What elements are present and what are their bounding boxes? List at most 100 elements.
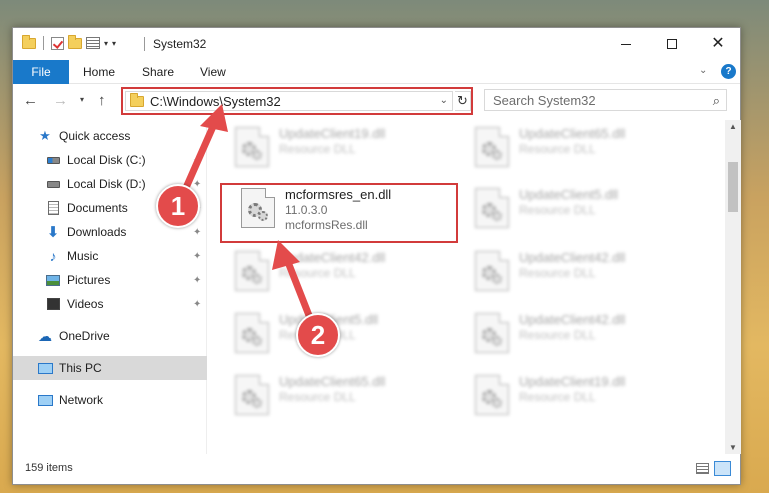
file-tile[interactable]: UpdateClient65.dll Resource DLL — [469, 122, 694, 174]
address-path[interactable]: C:\Windows\System32 — [150, 94, 281, 109]
check-icon[interactable] — [51, 36, 64, 50]
nav-label: Local Disk (C:) — [67, 153, 146, 167]
file-name: UpdateClient5.dll — [519, 187, 619, 202]
drive-icon — [45, 176, 61, 192]
tab-file[interactable]: File — [13, 60, 69, 84]
nav-label: Videos — [67, 297, 104, 311]
refresh-icon[interactable]: ↻ — [455, 91, 471, 111]
recent-locations-icon[interactable]: ▾ — [80, 95, 84, 104]
nav-label: Quick access — [59, 129, 131, 143]
nav-local-disk-c[interactable]: Local Disk (C:) ✦ — [13, 148, 207, 172]
pin-icon[interactable]: ✦ — [193, 155, 201, 166]
nav-label: Documents — [67, 201, 128, 215]
file-name: UpdateClient42.dll — [279, 250, 386, 265]
vertical-scrollbar[interactable]: ▲ ▼ — [725, 120, 741, 454]
file-tile[interactable]: UpdateClient42.dll Resource DLL — [229, 246, 454, 298]
file-type: Resource DLL — [519, 203, 596, 217]
address-dropdown-icon[interactable]: ⌄ — [440, 95, 448, 106]
file-tile[interactable]: UpdateClient19.dll Resource DLL — [469, 370, 694, 422]
file-name: UpdateClient42.dll — [519, 312, 626, 327]
pin-icon[interactable]: ✦ — [193, 251, 201, 262]
file-type: Resource DLL — [519, 328, 596, 342]
up-arrow-icon[interactable]: ↑ — [98, 92, 106, 109]
minimize-button[interactable] — [603, 28, 649, 60]
scroll-down-icon[interactable]: ▼ — [729, 443, 737, 452]
tab-share[interactable]: Share — [142, 60, 174, 84]
search-icon[interactable]: ⌕ — [713, 93, 720, 109]
file-name: UpdateClient65.dll — [519, 126, 626, 141]
dll-file-icon — [475, 127, 509, 167]
file-type: Resource DLL — [279, 266, 356, 280]
search-input[interactable] — [485, 92, 695, 108]
file-tile[interactable]: UpdateClient5.dllResource DLL — [229, 308, 454, 360]
nav-network[interactable]: Network — [13, 388, 207, 412]
file-type: Resource DLL — [279, 390, 356, 404]
pin-icon[interactable]: ✦ — [193, 299, 201, 310]
nav-label: Downloads — [67, 225, 127, 239]
address-folder-icon — [130, 92, 144, 107]
pin-icon[interactable]: ✦ — [193, 179, 201, 190]
details-view-icon[interactable] — [696, 463, 709, 474]
video-icon — [45, 296, 61, 312]
file-tile[interactable]: UpdateClient19.dll Resource DLL — [229, 122, 454, 174]
star-icon: ★ — [39, 128, 51, 143]
maximize-icon — [667, 39, 677, 49]
minimize-icon — [621, 43, 631, 45]
dll-file-icon — [235, 127, 269, 167]
address-row: ← → ▾ ↑ C:\Windows\System32 ⌄ ↻ ⌕ — [13, 84, 740, 118]
nav-this-pc[interactable]: This PC — [13, 356, 207, 380]
scrollbar-thumb[interactable] — [728, 162, 738, 212]
file-name: UpdateClient42.dll — [519, 250, 626, 265]
customize-toolbar-icon[interactable]: ▾ — [112, 39, 116, 48]
file-tile[interactable]: UpdateClient42.dll Resource DLL — [469, 308, 694, 360]
forward-arrow-icon[interactable]: → — [53, 92, 68, 109]
file-name: UpdateClient65.dll — [279, 374, 386, 389]
nav-quick-access[interactable]: ★ Quick access — [13, 124, 207, 148]
address-bar[interactable]: C:\Windows\System32 ⌄ — [125, 91, 453, 111]
pictures-icon — [45, 272, 61, 288]
close-button[interactable]: ✕ — [695, 28, 741, 60]
title-bar: ▾ ▾ System32 ✕ — [13, 28, 740, 60]
file-type: Resource DLL — [519, 390, 596, 404]
tab-view[interactable]: View — [200, 60, 226, 84]
navigation-pane: ★ Quick access Local Disk (C:) ✦ Local D… — [13, 120, 207, 454]
dll-file-icon — [475, 375, 509, 415]
pin-icon[interactable]: ✦ — [193, 275, 201, 286]
address-highlight: C:\Windows\System32 ⌄ ↻ — [121, 87, 473, 115]
network-icon — [37, 392, 53, 408]
pin-icon[interactable]: ✦ — [193, 227, 201, 238]
back-arrow-icon[interactable]: ← — [23, 92, 38, 109]
new-folder-icon[interactable] — [68, 34, 82, 49]
nav-pictures[interactable]: Pictures ✦ — [13, 268, 207, 292]
tab-home[interactable]: Home — [83, 60, 115, 84]
nav-label: Network — [59, 393, 104, 407]
file-tile[interactable]: UpdateClient65.dll Resource DLL — [229, 370, 454, 422]
dll-file-icon — [235, 251, 269, 291]
scroll-up-icon[interactable]: ▲ — [729, 122, 737, 131]
properties-icon[interactable] — [86, 37, 100, 49]
dll-file-icon — [235, 375, 269, 415]
chevron-down-icon[interactable]: ▾ — [104, 39, 108, 48]
maximize-button[interactable] — [649, 28, 695, 60]
nav-label: Pictures — [67, 273, 111, 287]
nav-music[interactable]: ♪ Music ✦ — [13, 244, 207, 268]
file-tile[interactable]: UpdateClient42.dll Resource DLL — [469, 246, 694, 298]
file-type: Resource DLL — [519, 266, 596, 280]
nav-onedrive[interactable]: ☁ OneDrive — [13, 324, 207, 348]
search-box[interactable]: ⌕ — [484, 89, 727, 111]
large-icons-view-icon[interactable] — [714, 461, 731, 476]
step-one-callout: 1 — [156, 184, 200, 228]
document-icon — [45, 200, 61, 216]
file-list: UpdateClient19.dll Resource DLL UpdateCli… — [209, 120, 723, 454]
folder-icon[interactable] — [22, 34, 36, 49]
nav-label: Local Disk (D:) — [67, 177, 146, 191]
help-icon[interactable]: ? — [721, 64, 736, 79]
file-tile[interactable]: UpdateClient5.dllResource DLL — [469, 183, 694, 235]
window-title: System32 — [153, 37, 207, 51]
item-count: 159 items — [25, 462, 73, 474]
nav-videos[interactable]: Videos ✦ — [13, 292, 207, 316]
expand-ribbon-icon[interactable]: ⌄ — [699, 65, 707, 76]
title-divider — [144, 37, 145, 51]
status-bar: 159 items — [13, 456, 740, 484]
dll-file-icon — [235, 313, 269, 353]
